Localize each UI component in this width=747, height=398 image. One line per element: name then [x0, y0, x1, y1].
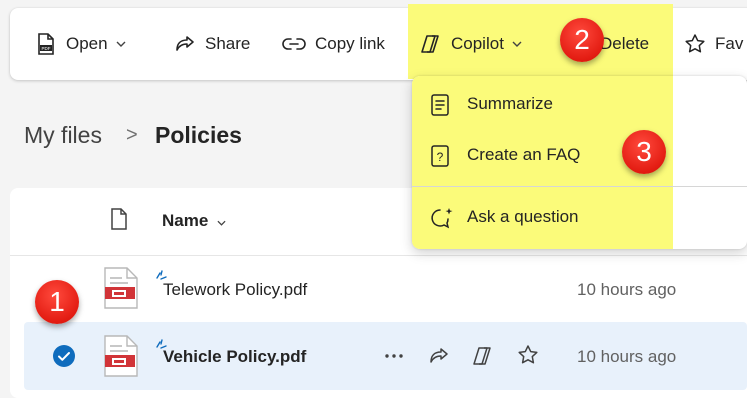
favorite-label: Fav	[715, 34, 744, 53]
summarize-menu-item[interactable]: Summarize	[412, 82, 673, 126]
faq-icon: ?	[430, 145, 450, 172]
callout-2: 2	[560, 18, 604, 62]
name-column-label: Name	[162, 211, 209, 230]
copy-link-label: Copy link	[315, 34, 385, 53]
callout-1: 1	[35, 280, 79, 324]
file-name[interactable]: Telework Policy.pdf	[163, 280, 307, 300]
copy-link-button[interactable]: Copy link	[282, 8, 385, 80]
pdf-file-icon	[103, 267, 139, 314]
favorite-button[interactable]: Fav	[684, 8, 743, 80]
delete-label: Delete	[600, 34, 650, 53]
name-column-header[interactable]: Name	[162, 211, 226, 231]
create-faq-label: Create an FAQ	[467, 145, 581, 164]
svg-text:PDF: PDF	[42, 46, 51, 51]
open-button[interactable]: PDF Open	[35, 8, 126, 80]
pdf-file-icon	[103, 335, 139, 382]
ask-question-menu-item[interactable]: Ask a question	[412, 195, 673, 239]
modified-time: 10 hours ago	[577, 347, 677, 366]
delete-button[interactable]: Delete	[600, 8, 649, 80]
favorite-star-icon[interactable]	[517, 344, 539, 371]
modified-time: 10 hours ago	[577, 280, 677, 299]
file-type-header-icon	[110, 208, 128, 235]
selected-check-icon[interactable]	[52, 344, 76, 373]
summarize-icon	[430, 94, 450, 121]
copilot-label: Copilot	[451, 34, 504, 53]
pdf-open-icon: PDF	[35, 32, 57, 56]
share-label: Share	[205, 34, 251, 53]
ask-question-icon	[430, 207, 454, 234]
chevron-down-icon	[217, 211, 226, 231]
header-divider	[10, 255, 747, 256]
breadcrumb-current: Policies	[155, 122, 242, 148]
star-icon	[684, 33, 706, 55]
share-icon[interactable]	[428, 346, 450, 371]
copilot-icon[interactable]	[472, 346, 494, 371]
open-label: Open	[66, 34, 108, 53]
share-icon	[174, 34, 196, 54]
chevron-down-icon	[512, 41, 522, 47]
share-button[interactable]: Share	[174, 8, 250, 80]
more-icon[interactable]	[384, 346, 404, 364]
menu-divider	[412, 186, 747, 187]
link-icon	[282, 37, 306, 51]
summarize-label: Summarize	[467, 94, 553, 113]
ask-question-label: Ask a question	[467, 207, 579, 226]
breadcrumb-separator: >	[126, 124, 138, 146]
copilot-menu: Summarize ? Create an FAQ Ask a question	[412, 76, 747, 249]
copilot-button[interactable]: Copilot	[420, 8, 522, 80]
file-name[interactable]: Vehicle Policy.pdf	[163, 347, 306, 367]
breadcrumb-my-files[interactable]: My files	[24, 122, 102, 149]
chevron-down-icon	[116, 41, 126, 47]
svg-text:?: ?	[437, 150, 444, 164]
callout-3: 3	[622, 130, 666, 174]
copilot-icon	[420, 34, 442, 54]
